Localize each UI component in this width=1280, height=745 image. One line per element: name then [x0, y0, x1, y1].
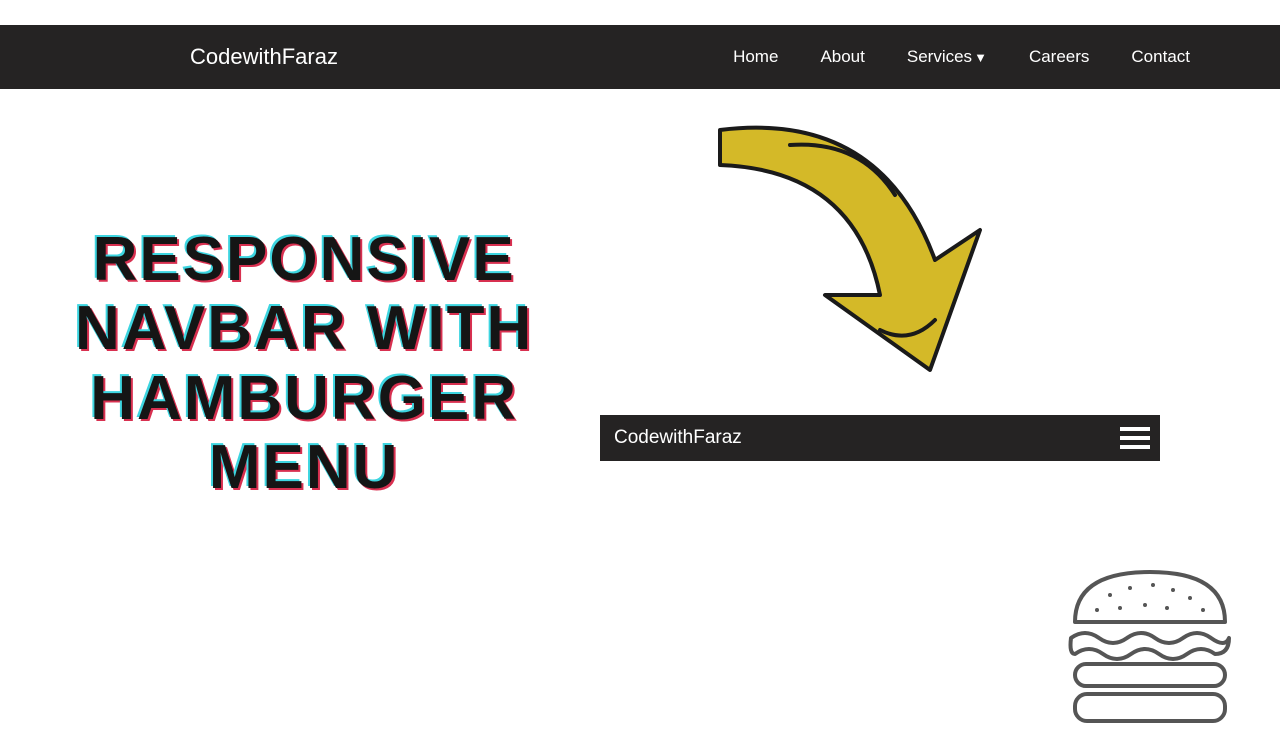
burger-icon [1055, 560, 1245, 730]
nav-link-contact[interactable]: Contact [1131, 47, 1190, 67]
nav-link-services[interactable]: Services▼ [907, 47, 987, 67]
top-navbar: CodewithFaraz Home About Services▼ Caree… [0, 25, 1280, 89]
hamburger-line [1120, 436, 1150, 440]
nav-link-about[interactable]: About [820, 47, 864, 67]
hero-line-2: NAVBAR WITH [75, 294, 533, 363]
mobile-navbar: CodewithFaraz [600, 415, 1160, 461]
hamburger-menu-button[interactable] [1120, 427, 1150, 449]
chevron-down-icon: ▼ [974, 50, 987, 65]
hamburger-line [1120, 427, 1150, 431]
hero-line-1: RESPONSIVE [75, 225, 533, 294]
nav-link-home[interactable]: Home [733, 47, 778, 67]
hero-title: RESPONSIVE NAVBAR WITH HAMBURGER MENU [75, 225, 533, 503]
hamburger-line [1120, 445, 1150, 449]
nav-link-careers[interactable]: Careers [1029, 47, 1089, 67]
mobile-navbar-brand[interactable]: CodewithFaraz [614, 427, 742, 449]
navbar-links: Home About Services▼ Careers Contact [733, 47, 1190, 67]
curved-arrow-icon [680, 100, 1000, 420]
hero-line-4: MENU [75, 433, 533, 502]
hero-line-3: HAMBURGER [75, 364, 533, 433]
navbar-brand[interactable]: CodewithFaraz [190, 44, 338, 70]
